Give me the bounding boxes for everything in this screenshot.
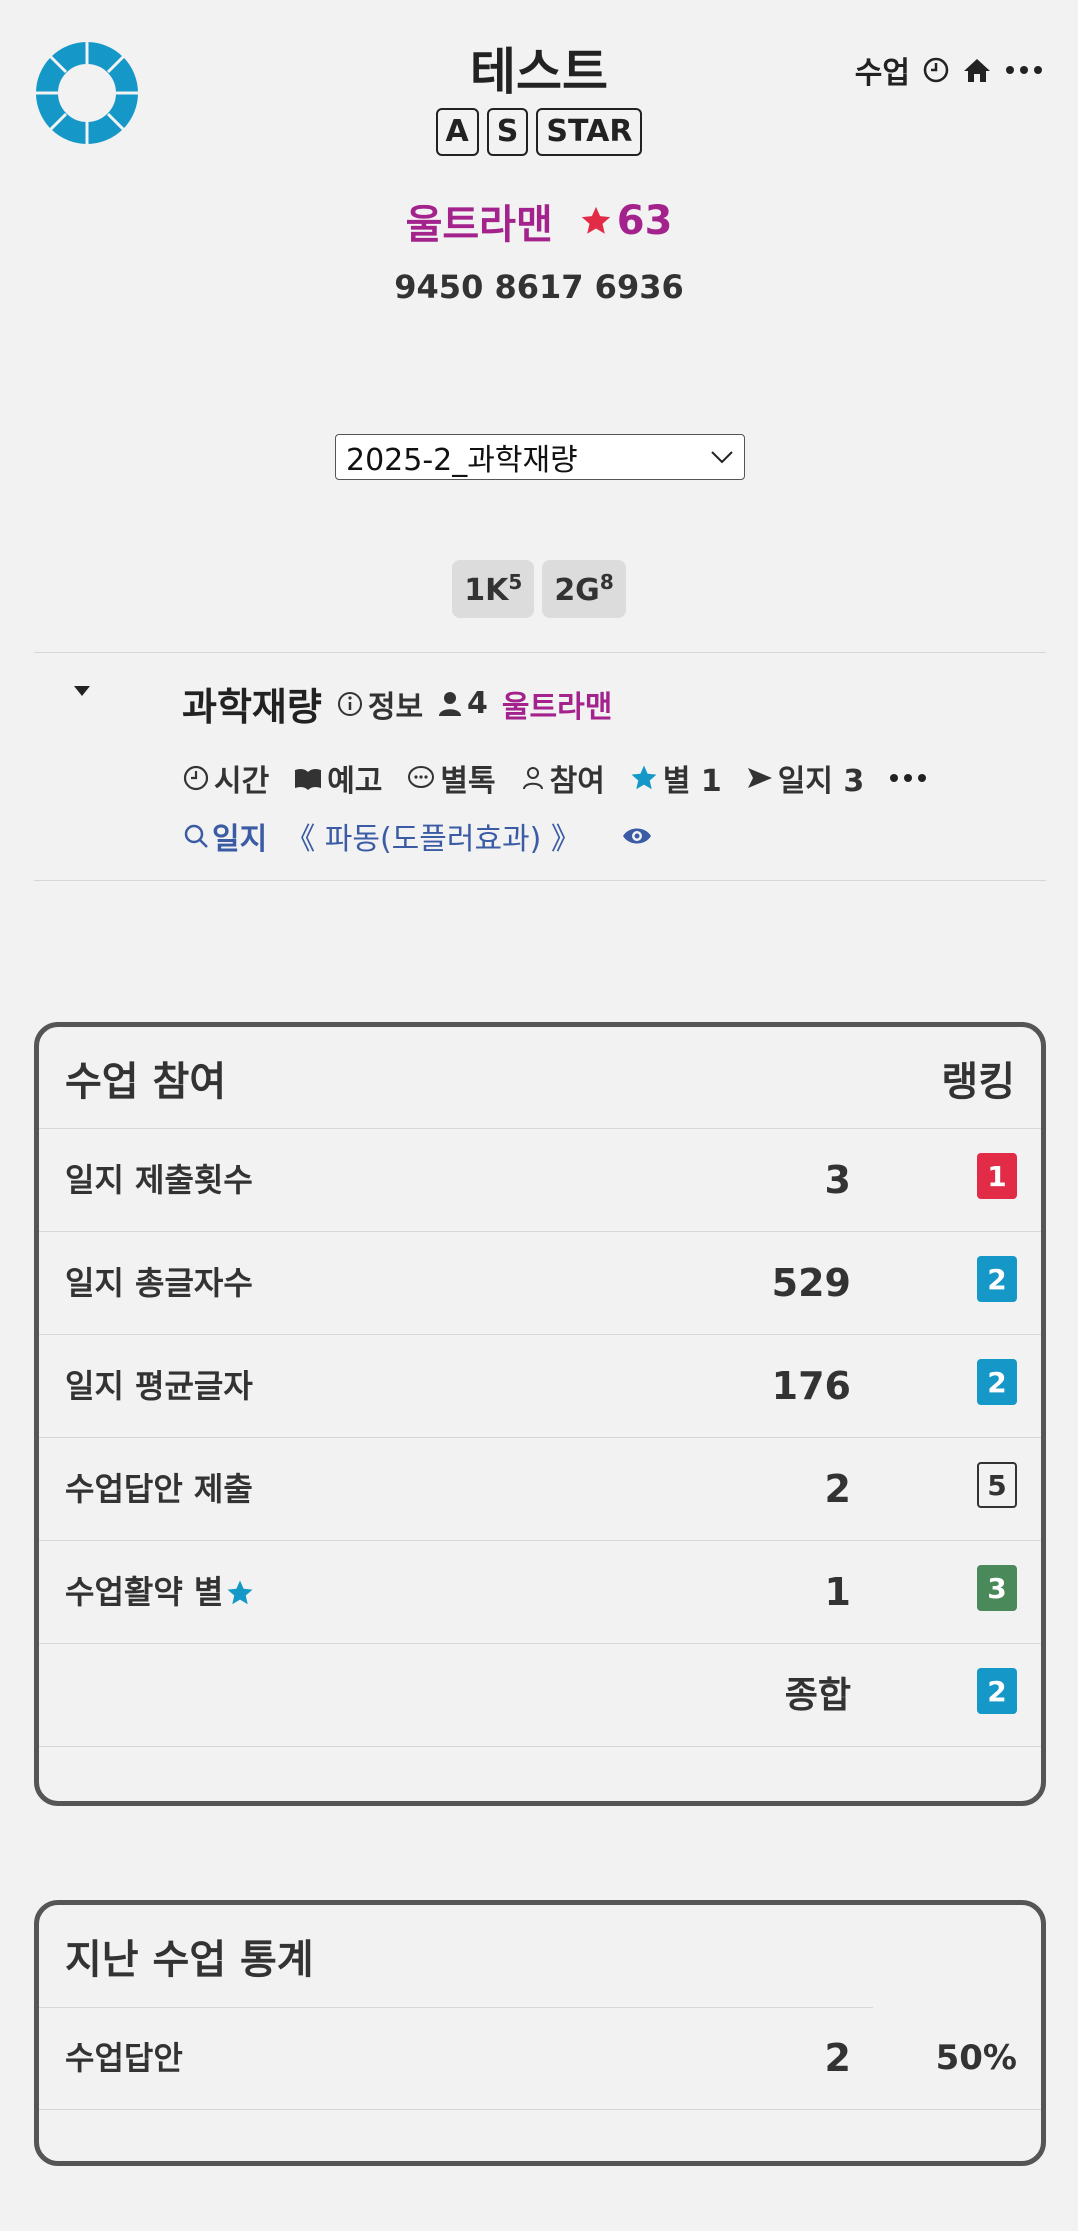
search-icon — [184, 824, 208, 848]
chat-action[interactable]: 별톡 — [406, 756, 496, 800]
stats-title: 지난 수업 통계 — [65, 1937, 314, 1983]
info-icon — [337, 691, 362, 716]
grade-badges: A S STAR — [0, 108, 1078, 156]
star-icon — [631, 765, 657, 790]
book-icon — [295, 768, 322, 790]
member-count[interactable]: 4 — [437, 686, 488, 721]
home-icon[interactable] — [962, 56, 992, 84]
star-icon — [227, 1580, 253, 1604]
total-row: 종합 2 — [39, 1644, 1041, 1747]
table-row: 수업활약 별 1 3 — [39, 1541, 1041, 1644]
rank-badge: 1 — [977, 1153, 1017, 1199]
course-actions: 시간 예고 별톡 참여 별 1 일지 3 — [182, 756, 928, 800]
time-action[interactable]: 시간 — [182, 756, 269, 800]
person-icon — [439, 691, 462, 716]
star-action[interactable]: 별 1 — [629, 756, 722, 800]
semester-select[interactable]: 2025-2_과학재량 — [335, 434, 745, 480]
eye-icon[interactable] — [621, 824, 653, 848]
participation-title: 수업 참여 — [65, 1058, 227, 1105]
clock-icon[interactable] — [922, 56, 950, 84]
badge-s: S — [486, 108, 529, 156]
chip-2g[interactable]: 2G8 — [542, 560, 626, 618]
rank-badge: 3 — [977, 1565, 1017, 1611]
course-header: 과학재량 정보 4 울트라맨 — [182, 676, 612, 731]
rank-badge: 2 — [977, 1668, 1017, 1714]
collapse-caret-icon[interactable] — [72, 684, 92, 698]
badge-star: STAR — [536, 108, 643, 156]
user-row: 울트라맨 63 — [0, 192, 1078, 250]
table-row: 일지 총글자수 529 2 — [39, 1232, 1041, 1335]
send-icon — [747, 768, 772, 788]
divider — [34, 880, 1046, 881]
chat-icon — [408, 766, 435, 788]
course-name[interactable]: 과학재량 — [182, 676, 322, 731]
divider — [34, 652, 1046, 653]
stats-card: 지난 수업 통계 수업답안 2 50% — [34, 1900, 1046, 2166]
semester-select-value: 2025-2_과학재량 — [346, 443, 578, 478]
course-info-link[interactable]: 정보 — [336, 682, 423, 726]
journal-row: 일지 《 파동(도플러효과) 》 — [182, 814, 653, 858]
rank-badge: 2 — [977, 1359, 1017, 1405]
clock-icon — [183, 765, 209, 791]
user-name[interactable]: 울트라맨 — [406, 192, 553, 250]
person-outline-icon — [522, 767, 543, 790]
table-row: 일지 평균글자 176 2 — [39, 1335, 1041, 1438]
chip-1k[interactable]: 1K5 — [452, 560, 535, 618]
more-icon[interactable] — [888, 772, 928, 784]
more-icon[interactable] — [1004, 64, 1044, 76]
preview-action[interactable]: 예고 — [293, 756, 382, 800]
rank-badge: 5 — [977, 1462, 1017, 1508]
journal-topic[interactable]: 《 파동(도플러효과) 》 — [285, 814, 581, 858]
table-row: 일지 제출횟수 3 1 — [39, 1129, 1041, 1232]
participate-action[interactable]: 참여 — [520, 756, 605, 800]
participation-header: 수업 참여 랭킹 — [39, 1027, 1041, 1129]
star-count-value: 63 — [616, 198, 673, 244]
rank-badge: 2 — [977, 1256, 1017, 1302]
rank-header: 랭킹 — [941, 1058, 1015, 1105]
star-count: 63 — [579, 198, 673, 244]
badge-a: A — [435, 108, 479, 156]
journal-action[interactable]: 일지 3 — [746, 756, 864, 800]
table-row: 수업답안 2 50% — [39, 2007, 1041, 2110]
chevron-down-icon — [711, 451, 733, 464]
participation-card: 수업 참여 랭킹 일지 제출횟수 3 1 일지 총글자수 529 2 일지 평균… — [34, 1022, 1046, 1806]
phone-number: 9450 8617 6936 — [394, 268, 684, 306]
class-link[interactable]: 수업 — [855, 48, 910, 92]
teacher-name[interactable]: 울트라맨 — [502, 682, 612, 726]
level-chips: 1K5 2G8 — [0, 560, 1078, 618]
star-icon — [581, 206, 610, 234]
top-nav: 수업 — [855, 48, 1044, 92]
journal-search-link[interactable]: 일지 — [182, 814, 267, 858]
table-row: 수업답안 제출 2 5 — [39, 1438, 1041, 1541]
